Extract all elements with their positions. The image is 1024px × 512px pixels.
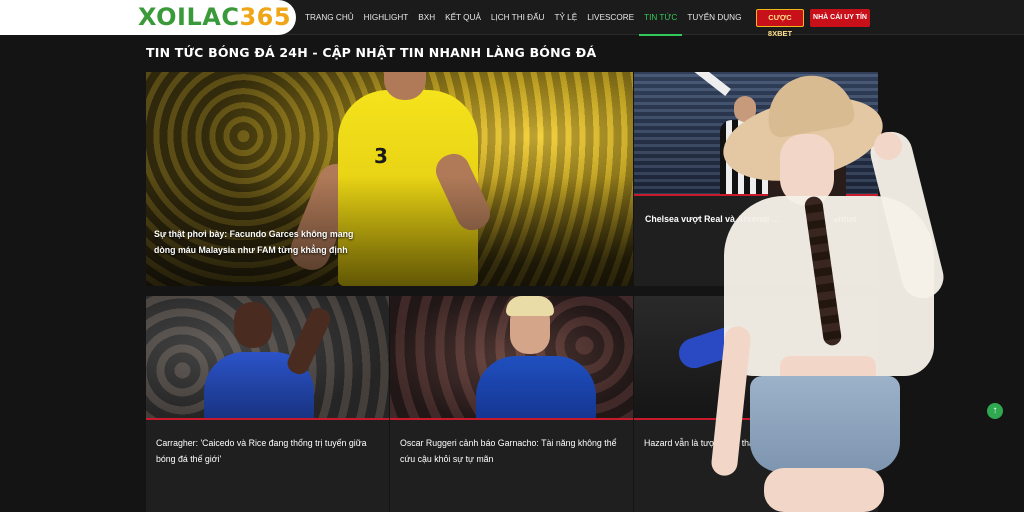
player-kit (675, 321, 751, 373)
player-number: 3 (374, 144, 388, 168)
referee-head (734, 96, 756, 122)
article-headline[interactable]: Oscar Ruggeri cảnh báo Garnacho: Tài năn… (400, 436, 630, 467)
article-card[interactable]: Hazard vẫn là tượng đ... thách thức kỷ l… (634, 296, 878, 512)
page-title: TIN TỨC BÓNG ĐÁ 24H - CẬP NHẬT TIN NHANH… (146, 45, 597, 60)
nav-item-recruitment[interactable]: TUYỂN DỤNG (682, 0, 746, 35)
card-divider (390, 418, 633, 420)
site-header: XOILAC365 TRANG CHỦ HIGHLIGHT BXH KẾT QU… (0, 0, 1024, 38)
referee-arm (677, 72, 731, 97)
article-card[interactable]: Chelsea vượt Real và Arsenal ... Yildiz … (634, 72, 878, 286)
card-divider (634, 194, 878, 196)
logo-container[interactable]: XOILAC365 (0, 0, 296, 35)
model-hand (874, 132, 902, 160)
nav-item-schedule[interactable]: LỊCH THI ĐẤU (486, 0, 550, 35)
site-logo[interactable]: XOILAC365 (138, 3, 291, 31)
card-divider (634, 418, 877, 420)
nav-item-highlight[interactable]: HIGHLIGHT (359, 0, 414, 35)
article-image[interactable] (634, 72, 878, 196)
player-head (234, 302, 272, 348)
main-nav: TRANG CHỦ HIGHLIGHT BXH KẾT QUẢ LỊCH THI… (300, 0, 746, 36)
referee-shirt (720, 120, 770, 196)
article-headline[interactable]: Chelsea vượt Real và Arsenal ... Yildiz … (645, 212, 875, 228)
nav-item-standings[interactable]: BXH (413, 0, 440, 35)
article-card-featured[interactable]: 3 Sự thật phơi bày: Facundo Garces không… (146, 72, 633, 286)
logo-text-main: XOILAC (138, 3, 240, 31)
arrow-up-icon[interactable]: ↑ (987, 403, 1003, 419)
nav-item-livescore[interactable]: LIVESCORE (582, 0, 639, 35)
article-headline[interactable]: Carragher: 'Caicedo và Rice đang thống t… (156, 436, 386, 467)
article-headline[interactable]: Sự thật phơi bày: Facundo Garces không m… (154, 227, 354, 258)
article-image[interactable] (146, 296, 389, 420)
bet-8xbet-button[interactable]: CƯỢC 8XBET (756, 9, 804, 38)
article-image[interactable] (634, 296, 877, 420)
article-headline[interactable]: Hazard vẫn là tượng đ... thách thức kỷ l… (644, 436, 874, 452)
nav-item-home[interactable]: TRANG CHỦ (300, 0, 359, 35)
article-card[interactable]: Carragher: 'Caicedo và Rice đang thống t… (146, 296, 389, 512)
player-hair (506, 296, 554, 316)
nav-item-news[interactable]: TIN TỨC (639, 0, 683, 36)
logo-text-number: 365 (239, 3, 292, 31)
nav-item-odds[interactable]: TỶ LỆ (549, 0, 582, 35)
nav-item-results[interactable]: KẾT QUẢ (440, 0, 486, 35)
player-shirt (476, 356, 596, 420)
trusted-bookmaker-button[interactable]: NHÀ CÁI UY TÍN (810, 9, 870, 27)
model-arm (866, 127, 948, 303)
article-card[interactable]: Oscar Ruggeri cảnh báo Garnacho: Tài năn… (390, 296, 633, 512)
card-divider (146, 418, 389, 420)
article-image[interactable] (390, 296, 633, 420)
